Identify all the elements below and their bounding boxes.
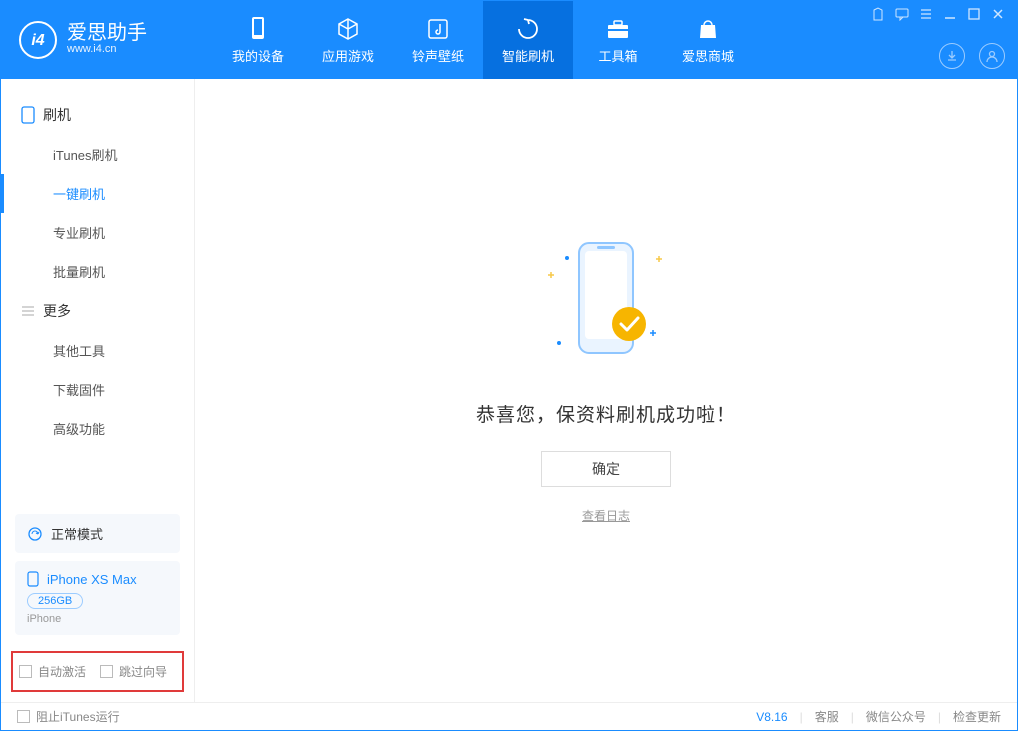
logo-title: 爱思助手 bbox=[67, 23, 147, 43]
tab-ringtones-wallpapers[interactable]: 铃声壁纸 bbox=[393, 1, 483, 79]
sidebar: 刷机 iTunes刷机 一键刷机 专业刷机 批量刷机 更多 其他工具 下载固件 … bbox=[1, 79, 195, 702]
shopping-bag-icon bbox=[696, 16, 720, 42]
checkbox-icon bbox=[100, 665, 113, 678]
feedback-icon[interactable] bbox=[895, 7, 909, 21]
wechat-link[interactable]: 微信公众号 bbox=[866, 708, 926, 725]
checkbox-icon bbox=[17, 710, 30, 723]
version-label: V8.16 bbox=[756, 710, 787, 724]
sidebar-item-advanced[interactable]: 高级功能 bbox=[1, 409, 194, 448]
device-capacity-badge: 256GB bbox=[27, 593, 83, 609]
sidebar-item-other-tools[interactable]: 其他工具 bbox=[1, 331, 194, 370]
tab-my-device[interactable]: 我的设备 bbox=[213, 1, 303, 79]
main-content: 恭喜您，保资料刷机成功啦！ 确定 查看日志 bbox=[195, 79, 1017, 702]
status-bar: 阻止iTunes运行 V8.16 | 客服 | 微信公众号 | 检查更新 bbox=[1, 702, 1017, 730]
checkbox-label: 自动激活 bbox=[38, 663, 86, 680]
tab-label: 铃声壁纸 bbox=[412, 46, 464, 65]
separator: | bbox=[938, 710, 941, 724]
tab-store[interactable]: 爱思商城 bbox=[663, 1, 753, 79]
checkbox-icon bbox=[19, 665, 32, 678]
close-button[interactable] bbox=[991, 7, 1005, 21]
sidebar-item-itunes-flash[interactable]: iTunes刷机 bbox=[1, 135, 194, 174]
success-illustration bbox=[531, 228, 681, 378]
app-header: i4 爱思助手 www.i4.cn 我的设备 应用游戏 铃声壁纸 智能刷机 工具… bbox=[1, 1, 1017, 79]
success-message: 恭喜您，保资料刷机成功啦！ bbox=[476, 400, 736, 427]
logo-subtitle: www.i4.cn bbox=[67, 43, 147, 56]
cube-icon bbox=[335, 16, 361, 42]
svg-text:i4: i4 bbox=[31, 32, 44, 49]
checkbox-skip-guide[interactable]: 跳过向导 bbox=[100, 663, 167, 680]
device-info-box[interactable]: iPhone XS Max 256GB iPhone bbox=[15, 561, 180, 635]
app-logo: i4 爱思助手 www.i4.cn bbox=[19, 21, 189, 59]
device-type-label: iPhone bbox=[27, 613, 168, 625]
logo-icon: i4 bbox=[19, 21, 57, 59]
tab-toolbox[interactable]: 工具箱 bbox=[573, 1, 663, 79]
device-mode-box[interactable]: 正常模式 bbox=[15, 514, 180, 553]
list-icon bbox=[21, 304, 35, 318]
view-log-link[interactable]: 查看日志 bbox=[582, 507, 630, 524]
phone-icon bbox=[249, 16, 267, 42]
checkbox-auto-activate[interactable]: 自动激活 bbox=[19, 663, 86, 680]
download-button[interactable] bbox=[939, 43, 965, 69]
checkbox-block-itunes[interactable]: 阻止iTunes运行 bbox=[17, 708, 120, 725]
device-name-label: iPhone XS Max bbox=[47, 572, 137, 587]
ok-button[interactable]: 确定 bbox=[541, 451, 671, 487]
sidebar-item-pro-flash[interactable]: 专业刷机 bbox=[1, 213, 194, 252]
sidebar-item-batch-flash[interactable]: 批量刷机 bbox=[1, 252, 194, 291]
minimize-button[interactable] bbox=[943, 7, 957, 21]
toolbox-icon bbox=[605, 16, 631, 42]
separator: | bbox=[851, 710, 854, 724]
device-icon bbox=[27, 571, 39, 587]
phone-outline-icon bbox=[21, 106, 35, 124]
sidebar-item-oneclick-flash[interactable]: 一键刷机 bbox=[1, 174, 194, 213]
tab-apps-games[interactable]: 应用游戏 bbox=[303, 1, 393, 79]
tab-label: 我的设备 bbox=[232, 46, 284, 65]
shirt-icon[interactable] bbox=[871, 7, 885, 21]
device-mode-label: 正常模式 bbox=[51, 524, 103, 543]
tab-label: 应用游戏 bbox=[322, 46, 374, 65]
tab-label: 智能刷机 bbox=[502, 46, 554, 65]
main-tabs: 我的设备 应用游戏 铃声壁纸 智能刷机 工具箱 爱思商城 bbox=[213, 1, 753, 79]
user-button[interactable] bbox=[979, 43, 1005, 69]
sidebar-group-title: 更多 bbox=[43, 301, 71, 321]
tab-smart-flash[interactable]: 智能刷机 bbox=[483, 1, 573, 79]
support-link[interactable]: 客服 bbox=[815, 708, 839, 725]
sidebar-group-title: 刷机 bbox=[43, 105, 71, 125]
check-update-link[interactable]: 检查更新 bbox=[953, 708, 1001, 725]
sidebar-item-download-firmware[interactable]: 下载固件 bbox=[1, 370, 194, 409]
sync-icon bbox=[27, 526, 43, 542]
checkbox-label: 跳过向导 bbox=[119, 663, 167, 680]
header-actions bbox=[939, 43, 1005, 69]
window-controls bbox=[871, 7, 1005, 21]
separator: | bbox=[800, 710, 803, 724]
music-note-icon bbox=[426, 16, 450, 42]
refresh-icon bbox=[515, 16, 541, 42]
sidebar-group-flash: 刷机 bbox=[1, 95, 194, 135]
sidebar-group-more: 更多 bbox=[1, 291, 194, 331]
checkbox-label: 阻止iTunes运行 bbox=[36, 708, 120, 725]
highlighted-checkbox-row: 自动激活 跳过向导 bbox=[11, 651, 184, 692]
tab-label: 工具箱 bbox=[598, 46, 637, 65]
maximize-button[interactable] bbox=[967, 7, 981, 21]
tab-label: 爱思商城 bbox=[682, 46, 734, 65]
menu-icon[interactable] bbox=[919, 7, 933, 21]
